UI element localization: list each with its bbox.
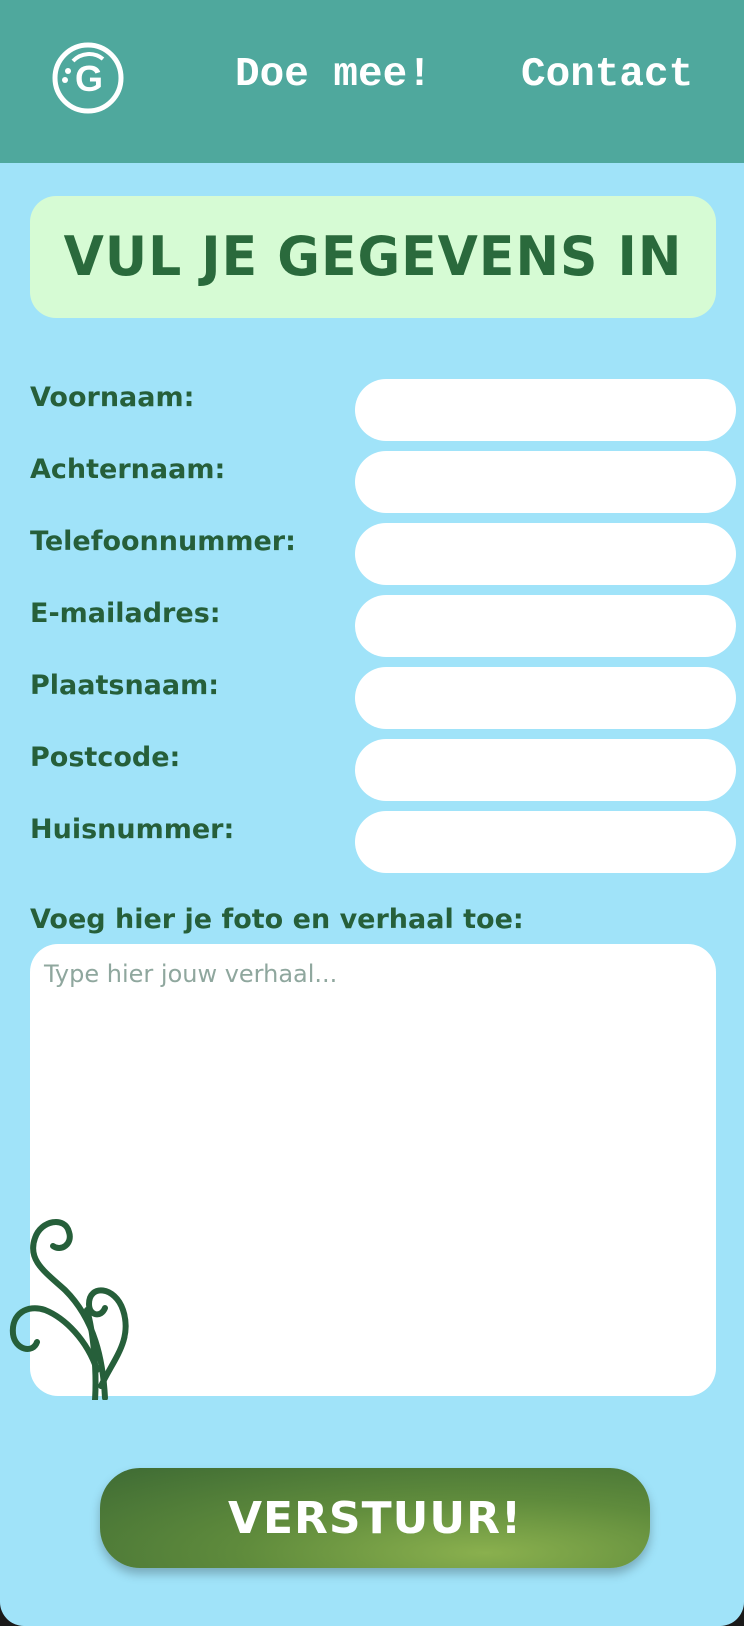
page: G Doe mee! Contact VUL JE GEGEVENS IN Vo…	[0, 0, 744, 1626]
house-number-label: Huisnummer:	[30, 814, 235, 845]
email-input[interactable]	[355, 595, 736, 657]
field-row-email: E-mailadres:	[0, 595, 744, 657]
postcode-input[interactable]	[355, 739, 736, 801]
email-label: E-mailadres:	[30, 598, 221, 629]
field-row-postcode: Postcode:	[0, 739, 744, 801]
field-row-phone: Telefoonnummer:	[0, 523, 744, 585]
last-name-label: Achternaam:	[30, 454, 226, 485]
nav-join-link[interactable]: Doe mee!	[235, 52, 432, 98]
logo-letter: G	[75, 58, 103, 99]
first-name-input[interactable]	[355, 379, 736, 441]
header: G Doe mee! Contact	[0, 0, 744, 163]
submit-button[interactable]: VERSTUUR!	[100, 1468, 650, 1568]
postcode-label: Postcode:	[30, 742, 181, 773]
phone-label: Telefoonnummer:	[30, 526, 296, 557]
form-title: VUL JE GEGEVENS IN	[63, 225, 683, 289]
story-label: Voeg hier je foto en verhaal toe:	[30, 904, 524, 935]
vine-decoration-icon	[9, 1219, 129, 1400]
city-input[interactable]	[355, 667, 736, 729]
field-row-first-name: Voornaam:	[0, 379, 744, 441]
house-number-input[interactable]	[355, 811, 736, 873]
field-row-house-number: Huisnummer:	[0, 811, 744, 873]
first-name-label: Voornaam:	[30, 382, 195, 413]
logo-icon[interactable]: G	[51, 41, 125, 115]
nav-contact-link[interactable]: Contact	[521, 52, 693, 98]
field-row-city: Plaatsnaam:	[0, 667, 744, 729]
city-label: Plaatsnaam:	[30, 670, 220, 701]
last-name-input[interactable]	[355, 451, 736, 513]
phone-input[interactable]	[355, 523, 736, 585]
field-row-last-name: Achternaam:	[0, 451, 744, 513]
form-title-box: VUL JE GEGEVENS IN	[30, 196, 716, 318]
